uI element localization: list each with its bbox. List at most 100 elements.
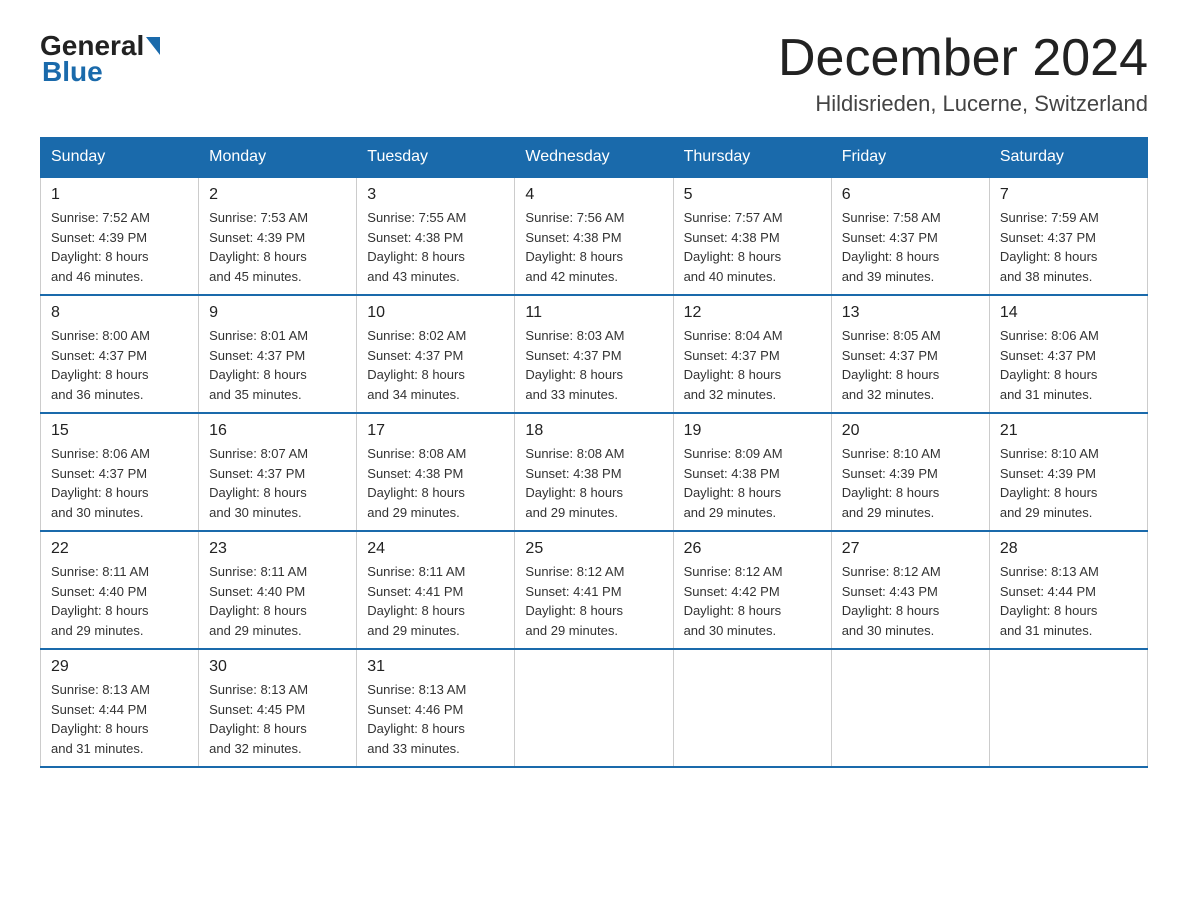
day-info: Sunrise: 7:56 AMSunset: 4:38 PMDaylight:… [525, 208, 662, 286]
calendar-week-row: 1Sunrise: 7:52 AMSunset: 4:39 PMDaylight… [41, 177, 1148, 295]
calendar-cell: 5Sunrise: 7:57 AMSunset: 4:38 PMDaylight… [673, 177, 831, 295]
day-info: Sunrise: 8:13 AMSunset: 4:45 PMDaylight:… [209, 680, 346, 758]
day-info: Sunrise: 7:53 AMSunset: 4:39 PMDaylight:… [209, 208, 346, 286]
calendar-cell: 18 Sunrise: 8:08 AMSunset: 4:38 PMDayligh… [515, 413, 673, 531]
calendar-cell: 2Sunrise: 7:53 AMSunset: 4:39 PMDaylight… [199, 177, 357, 295]
logo: General Blue [40, 30, 162, 88]
calendar-cell: 14 Sunrise: 8:06 AMSunset: 4:37 PMDayligh… [989, 295, 1147, 413]
day-number: 12 [684, 304, 821, 322]
day-info: Sunrise: 7:52 AMSunset: 4:39 PMDaylight:… [51, 208, 188, 286]
day-info: Sunrise: 8:13 AMSunset: 4:44 PMDaylight:… [51, 680, 188, 758]
location-text: Hildisrieden, Lucerne, Switzerland [778, 91, 1148, 117]
day-number: 14 [1000, 304, 1137, 322]
calendar-cell: 4 Sunrise: 7:56 AMSunset: 4:38 PMDaylight… [515, 177, 673, 295]
day-number: 16 [209, 422, 346, 440]
calendar-cell: 22 Sunrise: 8:11 AMSunset: 4:40 PMDayligh… [41, 531, 199, 649]
calendar-cell: 28Sunrise: 8:13 AMSunset: 4:44 PMDayligh… [989, 531, 1147, 649]
day-number: 7 [1000, 186, 1137, 204]
day-info: Sunrise: 8:11 AMSunset: 4:40 PMDaylight:… [209, 562, 346, 640]
calendar-cell: 26 Sunrise: 8:12 AMSunset: 4:42 PMDayligh… [673, 531, 831, 649]
day-number: 25 [525, 540, 662, 558]
calendar-cell: 13 Sunrise: 8:05 AMSunset: 4:37 PMDayligh… [831, 295, 989, 413]
calendar-cell: 17Sunrise: 8:08 AMSunset: 4:38 PMDayligh… [357, 413, 515, 531]
calendar-cell: 29 Sunrise: 8:13 AMSunset: 4:44 PMDayligh… [41, 649, 199, 767]
day-number: 21 [1000, 422, 1137, 440]
day-number: 20 [842, 422, 979, 440]
day-number: 9 [209, 304, 346, 322]
day-info: Sunrise: 8:11 AMSunset: 4:40 PMDaylight:… [51, 562, 188, 640]
day-number: 18 [525, 422, 662, 440]
day-number: 19 [684, 422, 821, 440]
calendar-cell [831, 649, 989, 767]
calendar-cell: 15 Sunrise: 8:06 AMSunset: 4:37 PMDayligh… [41, 413, 199, 531]
calendar-cell: 21 Sunrise: 8:10 AMSunset: 4:39 PMDayligh… [989, 413, 1147, 531]
calendar-cell: 11 Sunrise: 8:03 AMSunset: 4:37 PMDayligh… [515, 295, 673, 413]
calendar-cell: 10 Sunrise: 8:02 AMSunset: 4:37 PMDayligh… [357, 295, 515, 413]
day-number: 3 [367, 186, 504, 204]
day-info: Sunrise: 7:57 AMSunset: 4:38 PMDaylight:… [684, 208, 821, 286]
day-info: Sunrise: 8:10 AMSunset: 4:39 PMDaylight:… [1000, 444, 1137, 522]
calendar-table: SundayMondayTuesdayWednesdayThursdayFrid… [40, 137, 1148, 768]
calendar-cell: 27 Sunrise: 8:12 AMSunset: 4:43 PMDayligh… [831, 531, 989, 649]
day-info: Sunrise: 8:13 AMSunset: 4:44 PMDaylight:… [1000, 562, 1137, 640]
header-monday: Monday [199, 138, 357, 178]
header-saturday: Saturday [989, 138, 1147, 178]
day-number: 15 [51, 422, 188, 440]
calendar-cell: 23 Sunrise: 8:11 AMSunset: 4:40 PMDayligh… [199, 531, 357, 649]
header-thursday: Thursday [673, 138, 831, 178]
day-number: 10 [367, 304, 504, 322]
day-number: 13 [842, 304, 979, 322]
day-info: Sunrise: 8:12 AMSunset: 4:43 PMDaylight:… [842, 562, 979, 640]
day-info: Sunrise: 8:09 AMSunset: 4:38 PMDaylight:… [684, 444, 821, 522]
day-info: Sunrise: 8:10 AMSunset: 4:39 PMDaylight:… [842, 444, 979, 522]
title-section: December 2024 Hildisrieden, Lucerne, Swi… [778, 30, 1148, 117]
day-info: Sunrise: 8:03 AMSunset: 4:37 PMDaylight:… [525, 326, 662, 404]
calendar-cell: 9Sunrise: 8:01 AMSunset: 4:37 PMDaylight… [199, 295, 357, 413]
header-tuesday: Tuesday [357, 138, 515, 178]
day-info: Sunrise: 8:13 AMSunset: 4:46 PMDaylight:… [367, 680, 504, 758]
day-info: Sunrise: 8:06 AMSunset: 4:37 PMDaylight:… [51, 444, 188, 522]
day-info: Sunrise: 8:00 AMSunset: 4:37 PMDaylight:… [51, 326, 188, 404]
month-title: December 2024 [778, 30, 1148, 87]
day-number: 24 [367, 540, 504, 558]
calendar-cell [673, 649, 831, 767]
day-number: 11 [525, 304, 662, 322]
logo-blue-text: Blue [42, 56, 103, 88]
day-number: 4 [525, 186, 662, 204]
day-number: 23 [209, 540, 346, 558]
day-info: Sunrise: 7:59 AMSunset: 4:37 PMDaylight:… [1000, 208, 1137, 286]
day-number: 17 [367, 422, 504, 440]
calendar-cell: 25 Sunrise: 8:12 AMSunset: 4:41 PMDayligh… [515, 531, 673, 649]
day-info: Sunrise: 8:08 AMSunset: 4:38 PMDaylight:… [525, 444, 662, 522]
calendar-week-row: 15 Sunrise: 8:06 AMSunset: 4:37 PMDayligh… [41, 413, 1148, 531]
calendar-cell: 7 Sunrise: 7:59 AMSunset: 4:37 PMDaylight… [989, 177, 1147, 295]
calendar-cell: 16Sunrise: 8:07 AMSunset: 4:37 PMDayligh… [199, 413, 357, 531]
day-number: 29 [51, 658, 188, 676]
day-info: Sunrise: 8:05 AMSunset: 4:37 PMDaylight:… [842, 326, 979, 404]
day-number: 6 [842, 186, 979, 204]
day-number: 8 [51, 304, 188, 322]
day-info: Sunrise: 8:06 AMSunset: 4:37 PMDaylight:… [1000, 326, 1137, 404]
day-info: Sunrise: 8:02 AMSunset: 4:37 PMDaylight:… [367, 326, 504, 404]
calendar-cell: 3Sunrise: 7:55 AMSunset: 4:38 PMDaylight… [357, 177, 515, 295]
header-friday: Friday [831, 138, 989, 178]
calendar-cell: 30 Sunrise: 8:13 AMSunset: 4:45 PMDayligh… [199, 649, 357, 767]
calendar-cell: 8 Sunrise: 8:00 AMSunset: 4:37 PMDaylight… [41, 295, 199, 413]
calendar-week-row: 22 Sunrise: 8:11 AMSunset: 4:40 PMDayligh… [41, 531, 1148, 649]
header-wednesday: Wednesday [515, 138, 673, 178]
day-number: 27 [842, 540, 979, 558]
calendar-cell: 6 Sunrise: 7:58 AMSunset: 4:37 PMDaylight… [831, 177, 989, 295]
calendar-cell [989, 649, 1147, 767]
calendar-cell [515, 649, 673, 767]
day-number: 31 [367, 658, 504, 676]
day-info: Sunrise: 7:58 AMSunset: 4:37 PMDaylight:… [842, 208, 979, 286]
day-number: 22 [51, 540, 188, 558]
calendar-week-row: 8 Sunrise: 8:00 AMSunset: 4:37 PMDaylight… [41, 295, 1148, 413]
calendar-week-row: 29 Sunrise: 8:13 AMSunset: 4:44 PMDayligh… [41, 649, 1148, 767]
day-info: Sunrise: 8:12 AMSunset: 4:42 PMDaylight:… [684, 562, 821, 640]
page-header: General Blue December 2024 Hildisrieden,… [40, 30, 1148, 117]
day-number: 30 [209, 658, 346, 676]
calendar-cell: 31 Sunrise: 8:13 AMSunset: 4:46 PMDayligh… [357, 649, 515, 767]
day-info: Sunrise: 8:12 AMSunset: 4:41 PMDaylight:… [525, 562, 662, 640]
day-number: 26 [684, 540, 821, 558]
